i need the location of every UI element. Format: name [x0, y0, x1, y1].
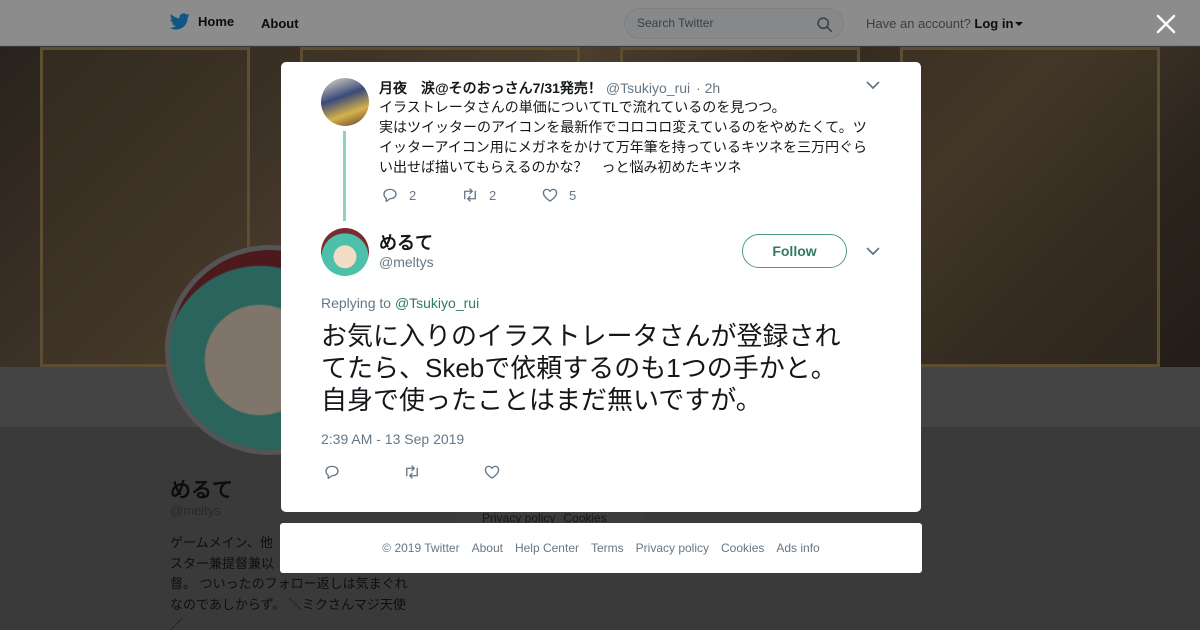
like-action[interactable] — [483, 463, 501, 481]
parent-tweet-handle[interactable]: @Tsukiyo_rui — [606, 80, 690, 96]
close-icon[interactable] — [1155, 13, 1177, 35]
chevron-down-icon[interactable] — [866, 81, 880, 90]
main-tweet-handle[interactable]: @meltys — [379, 254, 434, 270]
main-tweet-actions — [323, 463, 501, 481]
main-tweet-author-name[interactable]: めるて — [379, 229, 433, 255]
reply-icon[interactable] — [381, 186, 399, 204]
reply-action[interactable]: 2 — [381, 186, 461, 204]
reply-action[interactable] — [323, 463, 403, 481]
like-action[interactable]: 5 — [541, 186, 576, 204]
reply-icon[interactable] — [323, 463, 341, 481]
thread-connector-line — [343, 131, 346, 221]
parent-tweet-time[interactable]: · 2h — [696, 80, 720, 96]
retweet-count: 2 — [489, 187, 497, 203]
retweet-icon[interactable] — [461, 186, 479, 204]
tweet-modal: 月夜 涙@そのおっさん7/31発売！ @Tsukiyo_rui · 2h イラスト… — [281, 62, 921, 512]
retweet-action[interactable] — [403, 463, 483, 481]
chevron-down-icon[interactable] — [866, 247, 880, 256]
main-tweet-timestamp[interactable]: 2:39 AM - 13 Sep 2019 — [321, 431, 464, 447]
follow-button[interactable]: Follow — [742, 234, 847, 268]
footer-privacy-link[interactable]: Privacy policy — [636, 541, 709, 555]
parent-tweet-header: 月夜 涙@そのおっさん7/31発売！ @Tsukiyo_rui · 2h — [379, 78, 720, 98]
main-tweet-text: お気に入りのイラストレータさんが登録されてたら、Skebで依頼するのも1つの手か… — [321, 321, 841, 415]
footer-cookies-link[interactable]: Cookies — [721, 541, 764, 555]
heart-icon[interactable] — [541, 186, 559, 204]
replying-to-link[interactable]: @Tsukiyo_rui — [395, 295, 479, 311]
main-tweet-avatar[interactable] — [321, 228, 369, 276]
parent-tweet-author-name[interactable]: 月夜 涙@そのおっさん7/31発売！ — [379, 80, 602, 96]
footer-copyright: © 2019 Twitter — [382, 541, 460, 555]
heart-icon[interactable] — [483, 463, 501, 481]
footer-help-center-link[interactable]: Help Center — [515, 541, 579, 555]
reply-count: 2 — [409, 187, 417, 203]
retweet-icon[interactable] — [403, 463, 421, 481]
footer-about-link[interactable]: About — [472, 541, 503, 555]
parent-tweet-text: イラストレータさんの単価についてTLで流れているのを見つつ。 実はツイッターのア… — [379, 99, 868, 175]
like-count: 5 — [569, 187, 577, 203]
footer-links: © 2019 Twitter About Help Center Terms P… — [280, 523, 922, 573]
retweet-action[interactable]: 2 — [461, 186, 541, 204]
parent-tweet-actions: 2 2 5 — [381, 186, 576, 204]
replying-to-line: Replying to @Tsukiyo_rui — [321, 295, 479, 311]
footer-ads-info-link[interactable]: Ads info — [776, 541, 819, 555]
footer-terms-link[interactable]: Terms — [591, 541, 624, 555]
replying-to-prefix: Replying to — [321, 295, 392, 311]
parent-tweet-avatar[interactable] — [321, 78, 369, 126]
